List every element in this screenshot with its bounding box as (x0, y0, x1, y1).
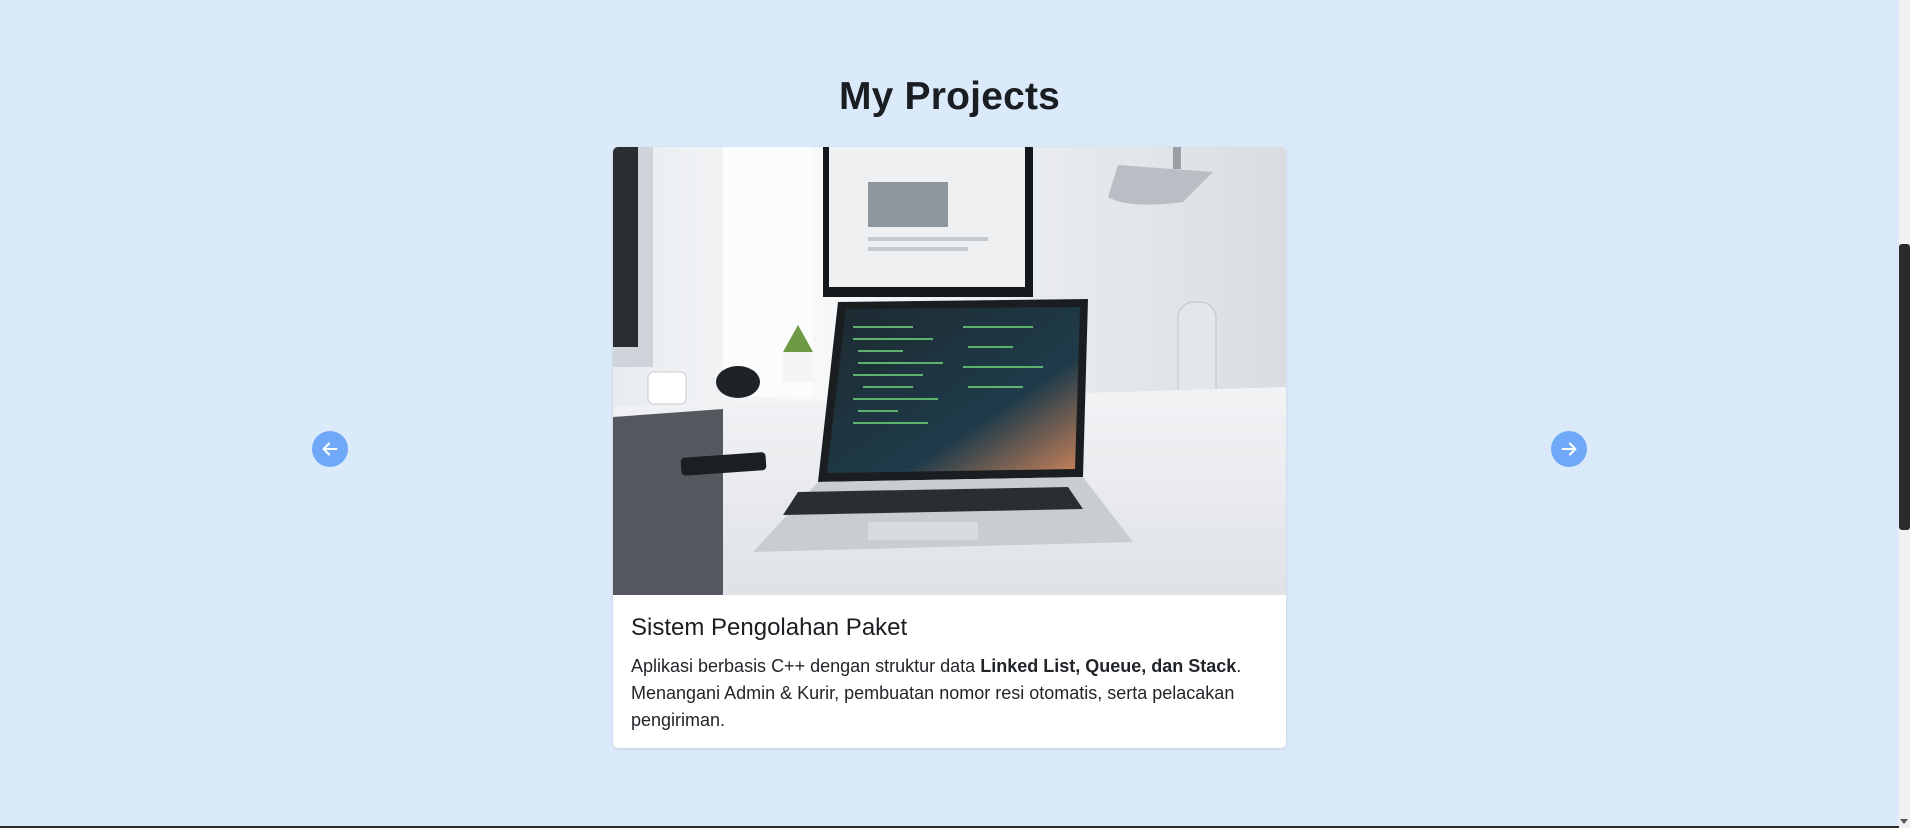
arrow-left-icon (319, 438, 341, 460)
projects-page: My Projects Sistem Pengolahan Paket Apli… (0, 0, 1910, 828)
card-body: Sistem Pengolahan Paket Aplikasi berbasi… (613, 595, 1286, 734)
carousel-next-button[interactable] (1551, 431, 1587, 467)
vertical-scrollbar[interactable] (1899, 0, 1910, 828)
arrow-right-icon (1558, 438, 1580, 460)
carousel-prev-button[interactable] (312, 431, 348, 467)
project-description: Aplikasi berbasis C++ dengan struktur da… (631, 653, 1268, 734)
scrollbar-thumb[interactable] (1899, 244, 1910, 530)
project-image (613, 147, 1286, 595)
scroll-down-arrow-icon[interactable] (1900, 819, 1908, 824)
description-highlight: Linked List, Queue, dan Stack (980, 656, 1237, 676)
project-card: Sistem Pengolahan Paket Aplikasi berbasi… (613, 147, 1286, 748)
section-title: My Projects (838, 75, 1061, 118)
description-text: Aplikasi berbasis C++ dengan struktur da… (631, 656, 981, 676)
project-title: Sistem Pengolahan Paket (631, 614, 908, 641)
